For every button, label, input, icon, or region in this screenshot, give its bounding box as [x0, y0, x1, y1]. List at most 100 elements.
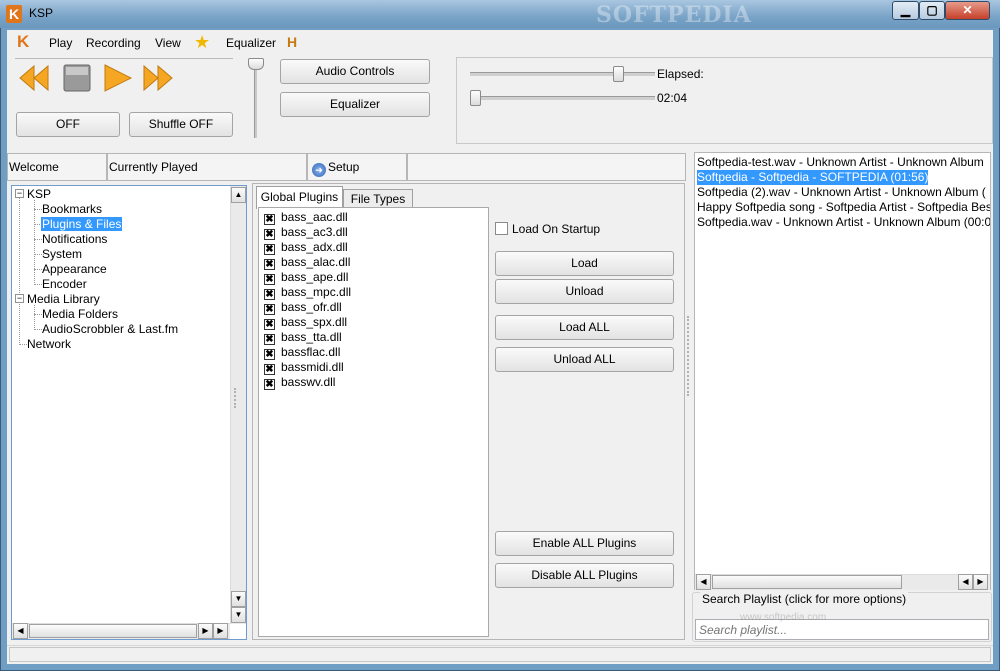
audio-controls-button[interactable]: Audio Controls: [280, 59, 430, 84]
plugin-checkbox[interactable]: ✖: [264, 319, 275, 330]
tree-hscroll-thumb[interactable]: [29, 624, 197, 638]
menu-equalizer[interactable]: Equalizer: [226, 36, 276, 50]
list-item[interactable]: ✖ bass_mpc.dll: [264, 285, 351, 300]
tree-item-bookmarks[interactable]: Bookmarks: [42, 202, 102, 216]
enable-all-plugins-button[interactable]: Enable ALL Plugins: [495, 531, 674, 556]
position-slider-thumb[interactable]: [470, 90, 481, 106]
plugin-name: bass_tta.dll: [281, 330, 342, 344]
shuffle-button[interactable]: Shuffle OFF: [129, 112, 233, 137]
list-item[interactable]: ✖ bassflac.dll: [264, 345, 340, 360]
next-icon[interactable]: [142, 62, 174, 94]
scroll-up-icon[interactable]: ▲: [231, 187, 246, 203]
tree-item-media-library[interactable]: Media Library: [27, 292, 100, 306]
title-bar[interactable]: [0, 0, 1000, 28]
playlist-scroll-right-icon[interactable]: ▶: [973, 574, 988, 590]
tree-item-notifications[interactable]: Notifications: [42, 232, 107, 246]
list-item[interactable]: ✖ basswv.dll: [264, 375, 335, 390]
search-playlist-caption[interactable]: Search Playlist (click for more options): [700, 592, 909, 606]
expand-media-library-icon[interactable]: −: [15, 294, 24, 303]
list-item[interactable]: ✖ bass_ac3.dll: [264, 225, 348, 240]
equalizer-button[interactable]: Equalizer: [280, 92, 430, 117]
splitter-handle[interactable]: [234, 388, 238, 408]
plugin-checkbox[interactable]: ✖: [264, 229, 275, 240]
plugin-checkbox[interactable]: ✖: [264, 244, 275, 255]
close-button[interactable]: ✕: [945, 1, 990, 20]
menu-play[interactable]: Play: [49, 36, 72, 50]
load-on-startup-label[interactable]: Load On Startup: [512, 222, 600, 236]
plugin-checkbox[interactable]: ✖: [264, 334, 275, 345]
scroll-left-icon[interactable]: ◀: [13, 623, 28, 639]
plugin-checkbox[interactable]: ✖: [264, 274, 275, 285]
load-button[interactable]: Load: [495, 251, 674, 276]
maximize-button[interactable]: ▢: [919, 1, 945, 20]
tree-vertical-scrollbar[interactable]: [230, 186, 246, 624]
list-item[interactable]: ✖ bass_adx.dll: [264, 240, 348, 255]
stop-icon[interactable]: [61, 62, 93, 94]
unload-button[interactable]: Unload: [495, 279, 674, 304]
plugin-checkbox[interactable]: ✖: [264, 364, 275, 375]
minimize-button[interactable]: ▁: [892, 1, 919, 20]
tree-item-plugins-files[interactable]: Plugins & Files: [41, 217, 123, 231]
repeat-off-button[interactable]: OFF: [16, 112, 120, 137]
plugin-checkbox[interactable]: ✖: [264, 214, 275, 225]
tree-item-media-folders[interactable]: Media Folders: [42, 307, 118, 321]
list-item[interactable]: ✖ bass_aac.dll: [264, 210, 348, 225]
list-item[interactable]: ✖ bass_tta.dll: [264, 330, 342, 345]
playlist-item[interactable]: Happy Softpedia song - Softpedia Artist …: [697, 200, 990, 215]
vertical-slider-thumb[interactable]: [248, 58, 264, 70]
plugin-checkbox[interactable]: ✖: [264, 304, 275, 315]
tab-currently-played[interactable]: Currently Played: [107, 153, 307, 181]
playlist-item[interactable]: Softpedia-test.wav - Unknown Artist - Un…: [697, 155, 984, 170]
tree-item-audioscrobbler[interactable]: AudioScrobbler & Last.fm: [42, 322, 178, 336]
position-slider[interactable]: [470, 96, 655, 100]
playlist-scroll-left-icon[interactable]: ◀: [696, 574, 711, 590]
list-item[interactable]: ✖ bass_spx.dll: [264, 315, 347, 330]
expand-ksp-icon[interactable]: −: [15, 189, 24, 198]
play-icon[interactable]: [101, 62, 133, 94]
volume-slider[interactable]: [470, 72, 655, 76]
volume-slider-thumb[interactable]: [613, 66, 624, 82]
tree-item-system[interactable]: System: [42, 247, 82, 261]
playlist-item[interactable]: Softpedia (2).wav - Unknown Artist - Unk…: [697, 185, 986, 200]
plugin-checkbox[interactable]: ✖: [264, 289, 275, 300]
tab-setup[interactable]: ➜ Setup: [307, 153, 407, 181]
playlist-item-selected[interactable]: Softpedia - Softpedia - SOFTPEDIA (01:56…: [697, 170, 929, 185]
plugin-name: bass_ape.dll: [281, 270, 349, 284]
plugin-checkbox[interactable]: ✖: [264, 259, 275, 270]
tab-welcome[interactable]: Welcome: [7, 153, 107, 181]
tree-item-encoder[interactable]: Encoder: [42, 277, 87, 291]
tab-global-plugins[interactable]: Global Plugins: [256, 186, 343, 209]
tree-item-ksp[interactable]: KSP: [27, 187, 51, 201]
scroll-right-icon[interactable]: ▶: [198, 623, 213, 639]
list-item[interactable]: ✖ bass_alac.dll: [264, 255, 350, 270]
ksp-logo-icon[interactable]: K: [17, 33, 33, 51]
playlist-scroll-left-icon-2[interactable]: ◀: [958, 574, 973, 590]
plugin-checkbox[interactable]: ✖: [264, 379, 275, 390]
tree-item-network[interactable]: Network: [27, 337, 71, 351]
status-bar-field: [9, 647, 991, 662]
plugin-name: bassflac.dll: [281, 345, 341, 359]
load-all-button[interactable]: Load ALL: [495, 315, 674, 340]
tab-file-types[interactable]: File Types: [343, 189, 413, 209]
list-item[interactable]: ✖ bass_ofr.dll: [264, 300, 342, 315]
tree-item-appearance[interactable]: Appearance: [42, 262, 107, 276]
scroll-down-icon[interactable]: ▼: [231, 591, 246, 607]
h-icon[interactable]: H: [287, 34, 303, 50]
star-icon[interactable]: ★: [194, 32, 210, 53]
menu-view[interactable]: View: [155, 36, 181, 50]
scroll-down-icon-2[interactable]: ▼: [231, 607, 246, 623]
scroll-right-icon-2[interactable]: ▶: [213, 623, 228, 639]
plugin-checkbox[interactable]: ✖: [264, 349, 275, 360]
app-logo-icon: K: [6, 5, 22, 23]
playlist-item[interactable]: Softpedia.wav - Unknown Artist - Unknown…: [697, 215, 990, 230]
disable-all-plugins-button[interactable]: Disable ALL Plugins: [495, 563, 674, 588]
menu-recording[interactable]: Recording: [86, 36, 141, 50]
unload-all-button[interactable]: Unload ALL: [495, 347, 674, 372]
splitter-handle-2[interactable]: [687, 316, 691, 396]
playlist-hscroll-thumb[interactable]: [712, 575, 902, 589]
list-item[interactable]: ✖ bass_ape.dll: [264, 270, 348, 285]
previous-icon[interactable]: [18, 62, 50, 94]
list-item[interactable]: ✖ bassmidi.dll: [264, 360, 344, 375]
vertical-slider-track[interactable]: [254, 62, 257, 138]
load-on-startup-checkbox[interactable]: [495, 222, 508, 235]
